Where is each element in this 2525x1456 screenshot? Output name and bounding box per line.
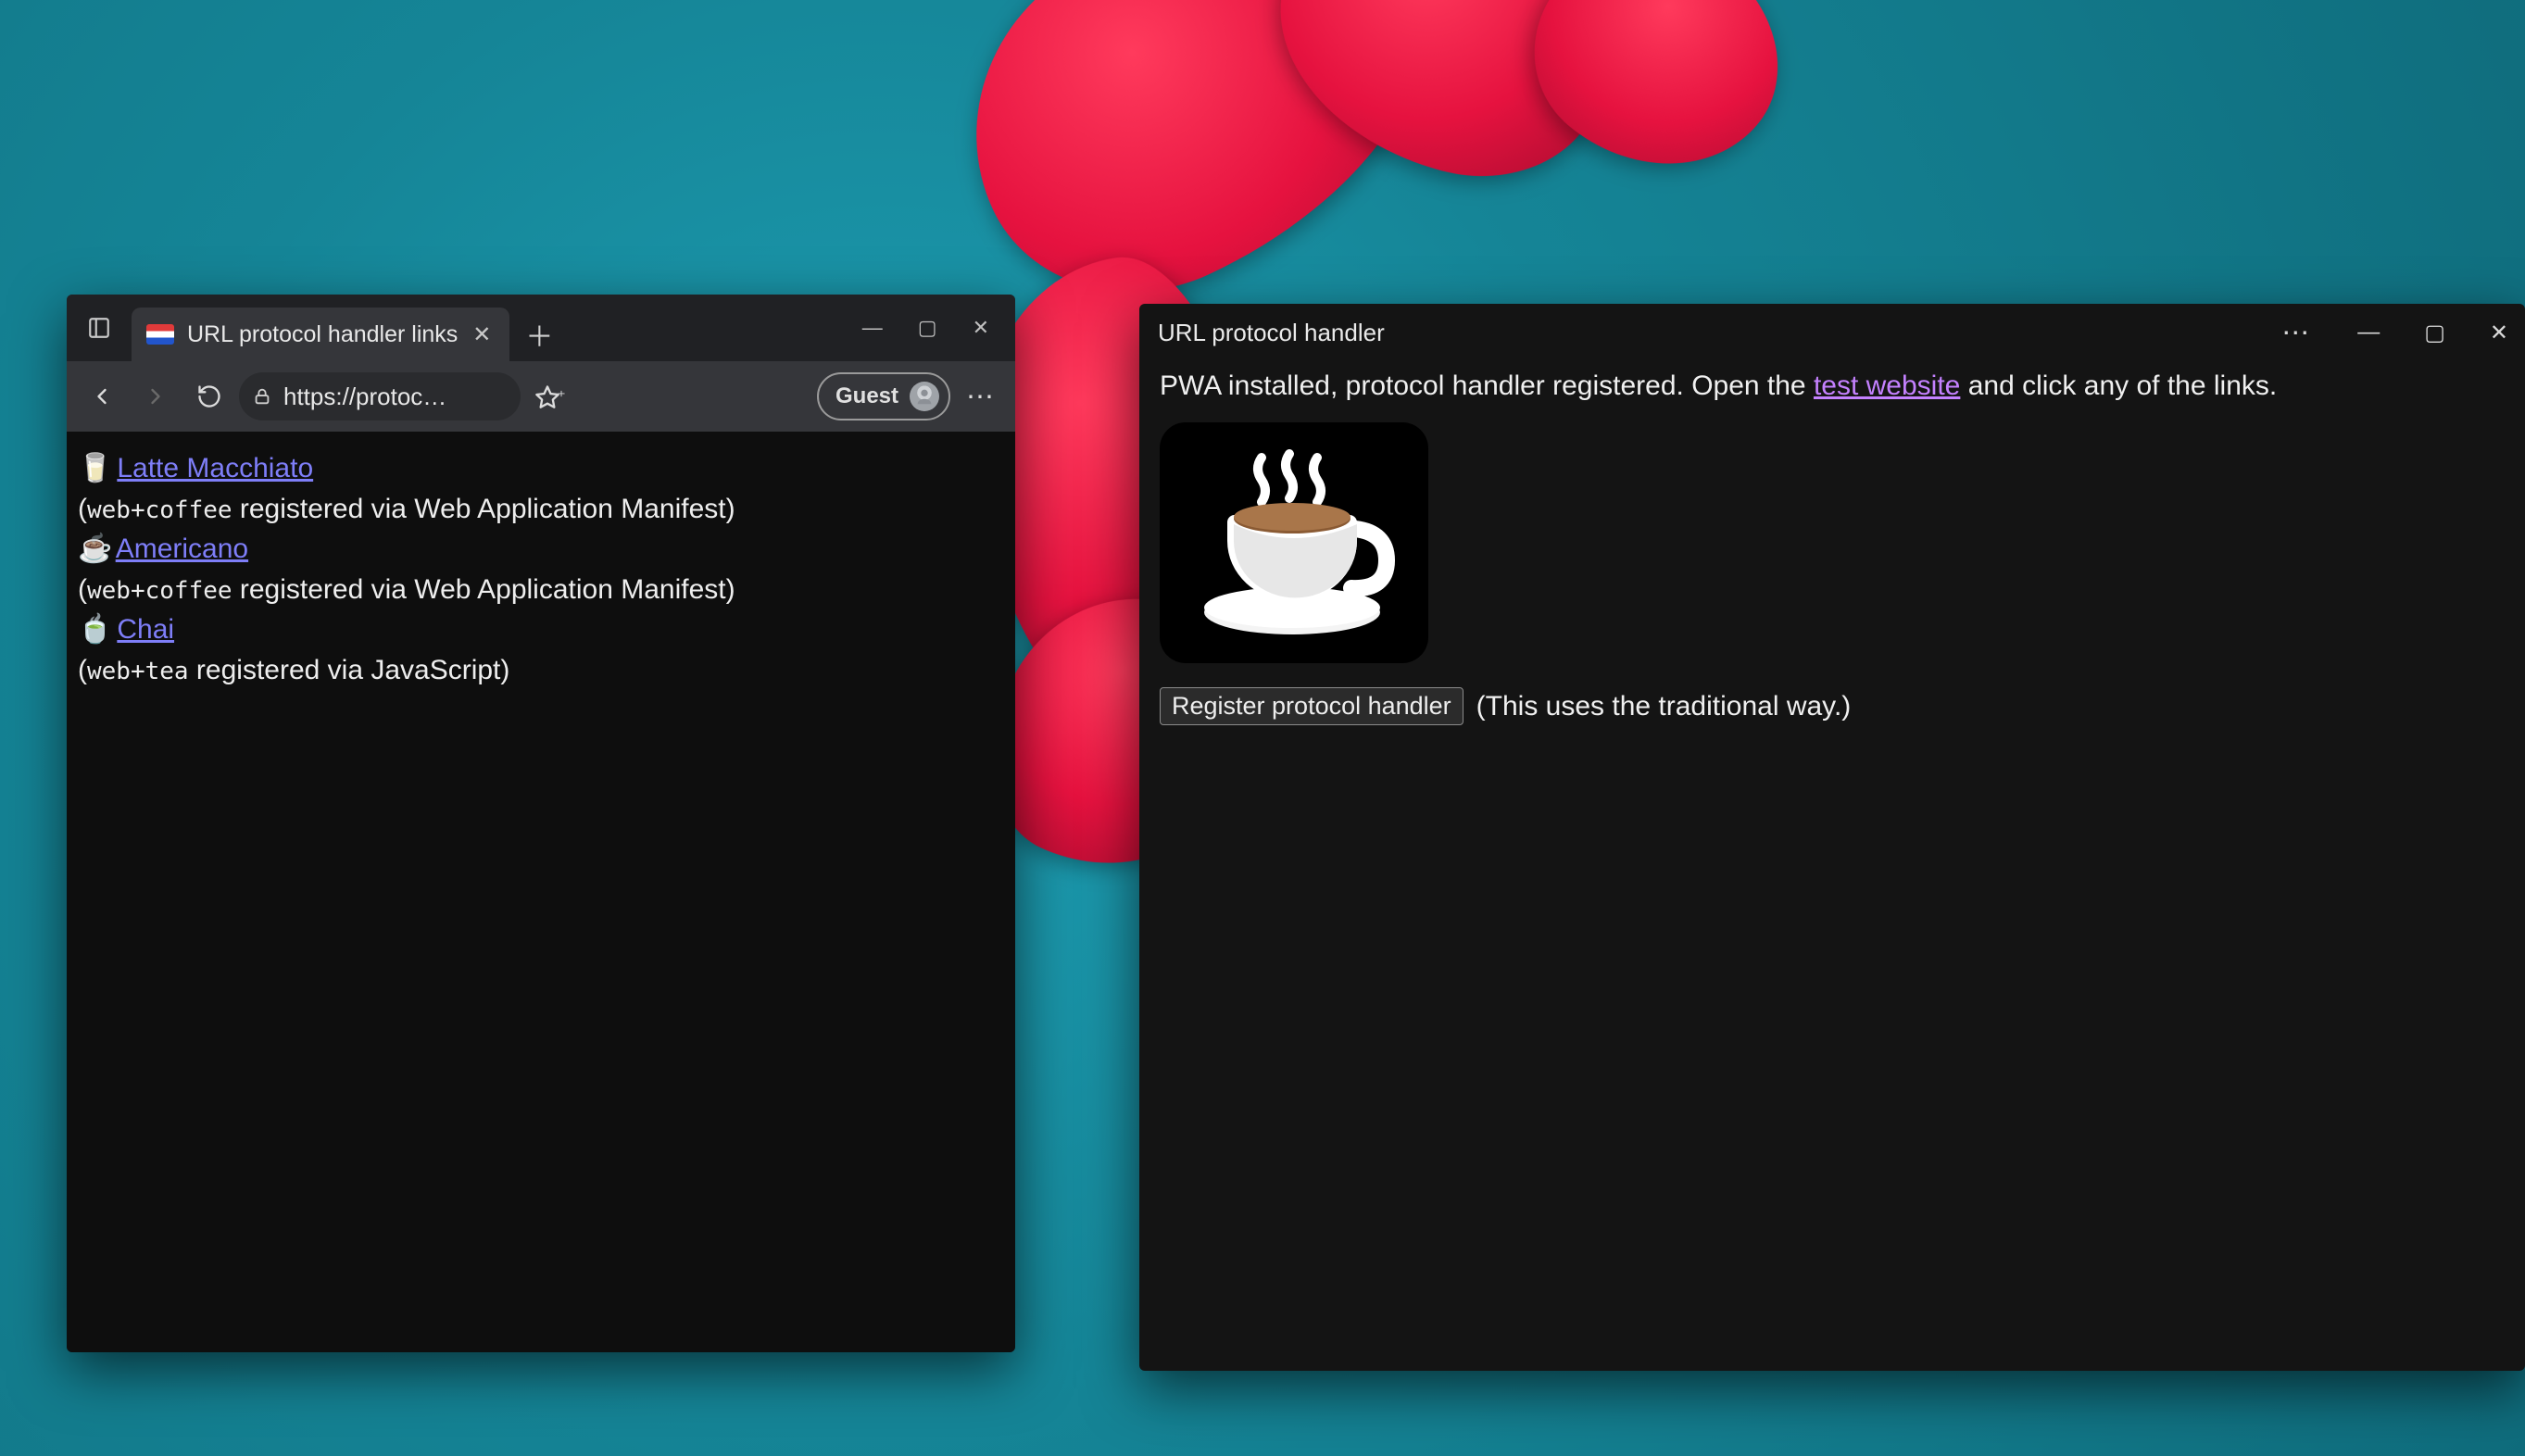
close-button[interactable]: ✕ <box>973 316 989 340</box>
tab-favicon <box>146 324 174 345</box>
protocol-name: web+coffee <box>87 496 232 524</box>
register-protocol-button[interactable]: Register protocol handler <box>1160 687 1463 725</box>
list-item: 🥛 Latte Macchiato <box>78 448 1004 489</box>
pwa-title: URL protocol handler <box>1158 319 1385 347</box>
status-text-part: and click any of the links. <box>1960 370 2277 401</box>
app-icon <box>1160 422 1428 663</box>
page-content: 🥛 Latte Macchiato (web+coffee registered… <box>67 432 1015 1352</box>
link-latte-macchiato[interactable]: Latte Macchiato <box>117 453 313 483</box>
avatar-icon <box>910 382 939 411</box>
browser-titlebar[interactable]: URL protocol handler links ✕ ＋ — ▢ ✕ <box>67 295 1015 361</box>
maximize-button[interactable]: ▢ <box>2424 320 2445 346</box>
register-row: Register protocol handler (This uses the… <box>1160 687 2505 725</box>
address-text: https://protoc… <box>283 383 446 411</box>
drink-emoji-icon: 🍵 <box>78 609 109 650</box>
tab-close-button[interactable]: ✕ <box>471 321 493 348</box>
tab-actions-button[interactable] <box>67 295 132 361</box>
app-menu-button[interactable]: ⋯ <box>2281 317 2313 349</box>
link-test-website[interactable]: test website <box>1814 370 1960 401</box>
pwa-titlebar[interactable]: URL protocol handler ⋯ — ▢ ✕ <box>1139 304 2525 361</box>
drink-emoji-icon: 🥛 <box>78 448 109 489</box>
list-item-subtext: (web+coffee registered via Web Applicati… <box>78 489 1004 530</box>
browser-tab-active[interactable]: URL protocol handler links ✕ <box>132 308 509 361</box>
link-americano[interactable]: Americano <box>116 533 248 564</box>
forward-button[interactable] <box>132 372 180 420</box>
maximize-button[interactable]: ▢ <box>918 316 937 340</box>
profile-label: Guest <box>835 383 898 409</box>
register-note: (This uses the traditional way.) <box>1476 691 1852 722</box>
via-text: registered via JavaScript) <box>189 655 510 685</box>
status-text-part: PWA installed, protocol handler register… <box>1160 370 1814 401</box>
protocol-name: web+coffee <box>87 577 232 605</box>
pwa-content: PWA installed, protocol handler register… <box>1139 361 2525 734</box>
pwa-window: URL protocol handler ⋯ — ▢ ✕ PWA install… <box>1139 304 2525 1371</box>
link-chai[interactable]: Chai <box>117 614 174 645</box>
tab-title: URL protocol handler links <box>187 321 458 348</box>
more-menu-button[interactable]: ⋯ <box>956 372 1004 420</box>
list-item-subtext: (web+tea registered via JavaScript) <box>78 650 1004 691</box>
list-item-subtext: (web+coffee registered via Web Applicati… <box>78 570 1004 610</box>
refresh-button[interactable] <box>185 372 233 420</box>
site-info-icon[interactable] <box>252 386 272 407</box>
window-controls: ⋯ — ▢ ✕ <box>2281 317 2508 349</box>
status-text: PWA installed, protocol handler register… <box>1160 370 2505 402</box>
close-button[interactable]: ✕ <box>2490 320 2508 346</box>
address-bar[interactable]: https://protoc… <box>239 372 521 420</box>
drink-emoji-icon: ☕ <box>78 529 109 570</box>
profile-button[interactable]: Guest <box>817 372 950 420</box>
list-item: ☕ Americano <box>78 529 1004 570</box>
browser-window: URL protocol handler links ✕ ＋ — ▢ ✕ htt… <box>67 295 1015 1352</box>
via-text: registered via Web Application Manifest) <box>232 574 735 605</box>
via-text: registered via Web Application Manifest) <box>232 494 735 524</box>
browser-toolbar: https://protoc… ⁺ Guest ⋯ <box>67 361 1015 432</box>
window-controls: — ▢ ✕ <box>851 295 1015 361</box>
new-tab-button[interactable]: ＋ <box>517 312 561 357</box>
tab-strip: URL protocol handler links ✕ ＋ <box>132 295 851 361</box>
list-item: 🍵 Chai <box>78 609 1004 650</box>
minimize-button[interactable]: — <box>2357 320 2380 345</box>
favorites-button[interactable]: ⁺ <box>526 372 574 420</box>
protocol-name: web+tea <box>87 658 189 685</box>
minimize-button[interactable]: — <box>862 316 883 340</box>
back-button[interactable] <box>78 372 126 420</box>
